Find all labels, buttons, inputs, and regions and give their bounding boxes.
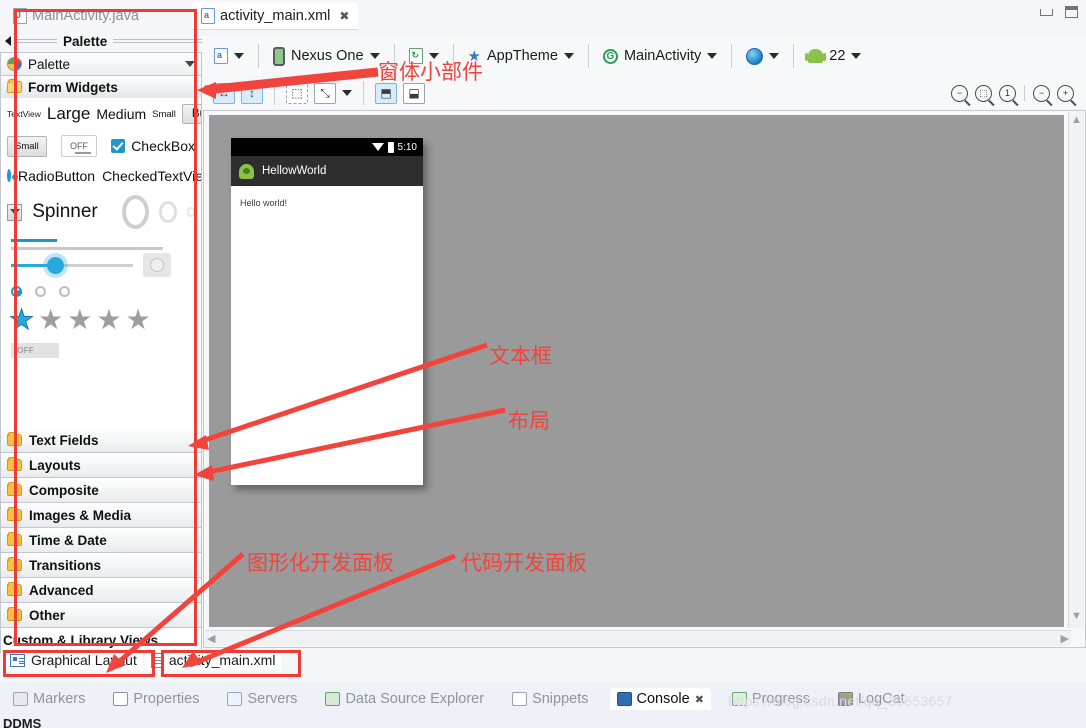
- zoom-actual-size-button[interactable]: 1: [999, 84, 1016, 102]
- annotation-code-panel: 代码开发面板: [461, 551, 587, 575]
- view-tab-properties[interactable]: Properties: [106, 688, 206, 710]
- status-time: 5:10: [397, 141, 417, 153]
- app-icon: [239, 163, 254, 179]
- snippets-icon: [512, 692, 528, 706]
- chevron-down-icon[interactable]: [851, 53, 862, 59]
- distribute-button[interactable]: ⤡: [314, 82, 336, 104]
- status-bar: 5:10: [231, 138, 423, 156]
- match-width-button[interactable]: ↔: [213, 82, 235, 104]
- view-tab-label: Snippets: [532, 691, 589, 707]
- watermark: https://blog.csdn.net/qq_35653657: [728, 693, 953, 709]
- activity-label: MainActivity: [623, 48, 702, 64]
- divider: [587, 44, 589, 68]
- data-source-icon: [325, 692, 341, 706]
- phone-icon: [273, 46, 285, 66]
- status-text: DDMS: [3, 716, 42, 728]
- config-selector-button[interactable]: a: [211, 46, 247, 66]
- close-icon[interactable]: ✖: [695, 693, 704, 706]
- device-selector-button[interactable]: Nexus One: [270, 45, 383, 68]
- chevron-down-icon[interactable]: [769, 53, 780, 59]
- view-tab-servers[interactable]: Servers: [220, 688, 304, 710]
- radio-button-icon: [7, 169, 18, 182]
- layout-toolbar: a Nexus One ↻ ★ AppTheme G MainActivity: [203, 36, 1086, 76]
- divider: [363, 81, 364, 105]
- theme-label: AppTheme: [487, 48, 558, 64]
- scroll-down-icon[interactable]: ▼: [1069, 608, 1084, 624]
- servers-icon: [227, 692, 243, 706]
- eclipse-adt-window: J MainActivity.java a activity_main.xml …: [0, 0, 1086, 728]
- view-tab-snippets[interactable]: Snippets: [505, 688, 595, 710]
- view-tab-label: Data Source Explorer: [345, 691, 485, 707]
- api-level-selector-button[interactable]: 22: [805, 46, 864, 66]
- view-tab-markers[interactable]: Markers: [6, 688, 92, 710]
- app-title: HellowWorld: [262, 165, 327, 177]
- highlight-graphical-layout-tab: [3, 650, 155, 677]
- chevron-down-icon[interactable]: [342, 90, 352, 96]
- view-tab-label: Console: [636, 691, 690, 707]
- view-tab-label: Servers: [247, 691, 298, 707]
- show-outline-button[interactable]: ⬚: [286, 82, 308, 104]
- view-tab-console[interactable]: Console ✖: [609, 688, 711, 710]
- wifi-icon: [371, 143, 384, 151]
- close-icon[interactable]: ✖: [339, 9, 349, 23]
- hello-world-textview[interactable]: Hello world!: [240, 198, 287, 208]
- layout-actions-toolbar: ↔ ↕ ⬚ ⤡ ⬒ ⬓ − ⬚ 1 − +: [203, 78, 1086, 108]
- zoom-out-button[interactable]: −: [1033, 84, 1050, 102]
- android-icon: [805, 49, 827, 63]
- maximize-icon[interactable]: [1065, 6, 1078, 18]
- scroll-right-icon[interactable]: ▶: [1061, 631, 1069, 647]
- view-tab-label: Properties: [133, 691, 200, 707]
- locale-selector-button[interactable]: [743, 46, 782, 67]
- battery-icon: [387, 141, 394, 153]
- xml-file-icon: a: [201, 8, 215, 24]
- preview-content[interactable]: Hello world!: [231, 186, 423, 220]
- layout-config-icon: a: [214, 48, 228, 64]
- device-label: Nexus One: [291, 48, 364, 64]
- tab-label: activity_main.xml: [220, 8, 331, 24]
- chevron-down-icon[interactable]: [563, 53, 574, 59]
- chevron-down-icon[interactable]: [234, 53, 244, 59]
- window-controls: [1040, 6, 1078, 18]
- divider: [793, 44, 795, 68]
- divider: [1024, 85, 1025, 101]
- canvas-horizontal-scrollbar[interactable]: ◀ ▶: [205, 630, 1071, 646]
- minimize-icon[interactable]: [1040, 8, 1053, 16]
- highlight-xml-tab: [161, 650, 301, 677]
- zoom-fit-selection-button[interactable]: ⬚: [975, 84, 992, 102]
- scroll-up-icon[interactable]: ▲: [1069, 112, 1084, 128]
- divider: [731, 44, 733, 68]
- view-tab-data-source-explorer[interactable]: Data Source Explorer: [318, 688, 491, 710]
- properties-icon: [113, 692, 129, 706]
- divider: [274, 81, 275, 105]
- chevron-down-icon[interactable]: [707, 53, 718, 59]
- collapse-arrow-icon[interactable]: [5, 36, 11, 46]
- match-height-button[interactable]: ↕: [241, 82, 263, 104]
- api-level-label: 22: [829, 48, 846, 64]
- annotation-layout: 布局: [508, 409, 550, 433]
- activity-selector-button[interactable]: G MainActivity: [600, 46, 720, 66]
- zoom-in-button[interactable]: +: [1057, 84, 1074, 102]
- globe-icon: [746, 47, 764, 65]
- activity-icon: G: [602, 48, 618, 64]
- device-preview[interactable]: 5:10 HellowWorld Hello world!: [231, 138, 423, 485]
- scroll-left-icon[interactable]: ◀: [207, 631, 215, 647]
- annotation-textbox: 文本框: [489, 344, 552, 368]
- highlight-palette-box: [14, 9, 197, 646]
- console-icon: [616, 692, 632, 706]
- canvas-vertical-scrollbar[interactable]: ▲ ▼: [1068, 112, 1084, 628]
- app-action-bar: HellowWorld: [231, 156, 423, 186]
- divider: [258, 44, 259, 68]
- annotation-form-widgets: 窗体小部件: [378, 60, 483, 84]
- annotation-graphical-panel: 图形化开发面板: [247, 551, 394, 575]
- zoom-fit-button[interactable]: −: [951, 84, 968, 102]
- tab-activity-main-xml[interactable]: a activity_main.xml ✖: [192, 2, 359, 30]
- markers-icon: [13, 692, 28, 706]
- view-tab-label: Markers: [33, 691, 86, 707]
- zoom-controls: − ⬚ 1 − +: [951, 84, 1086, 102]
